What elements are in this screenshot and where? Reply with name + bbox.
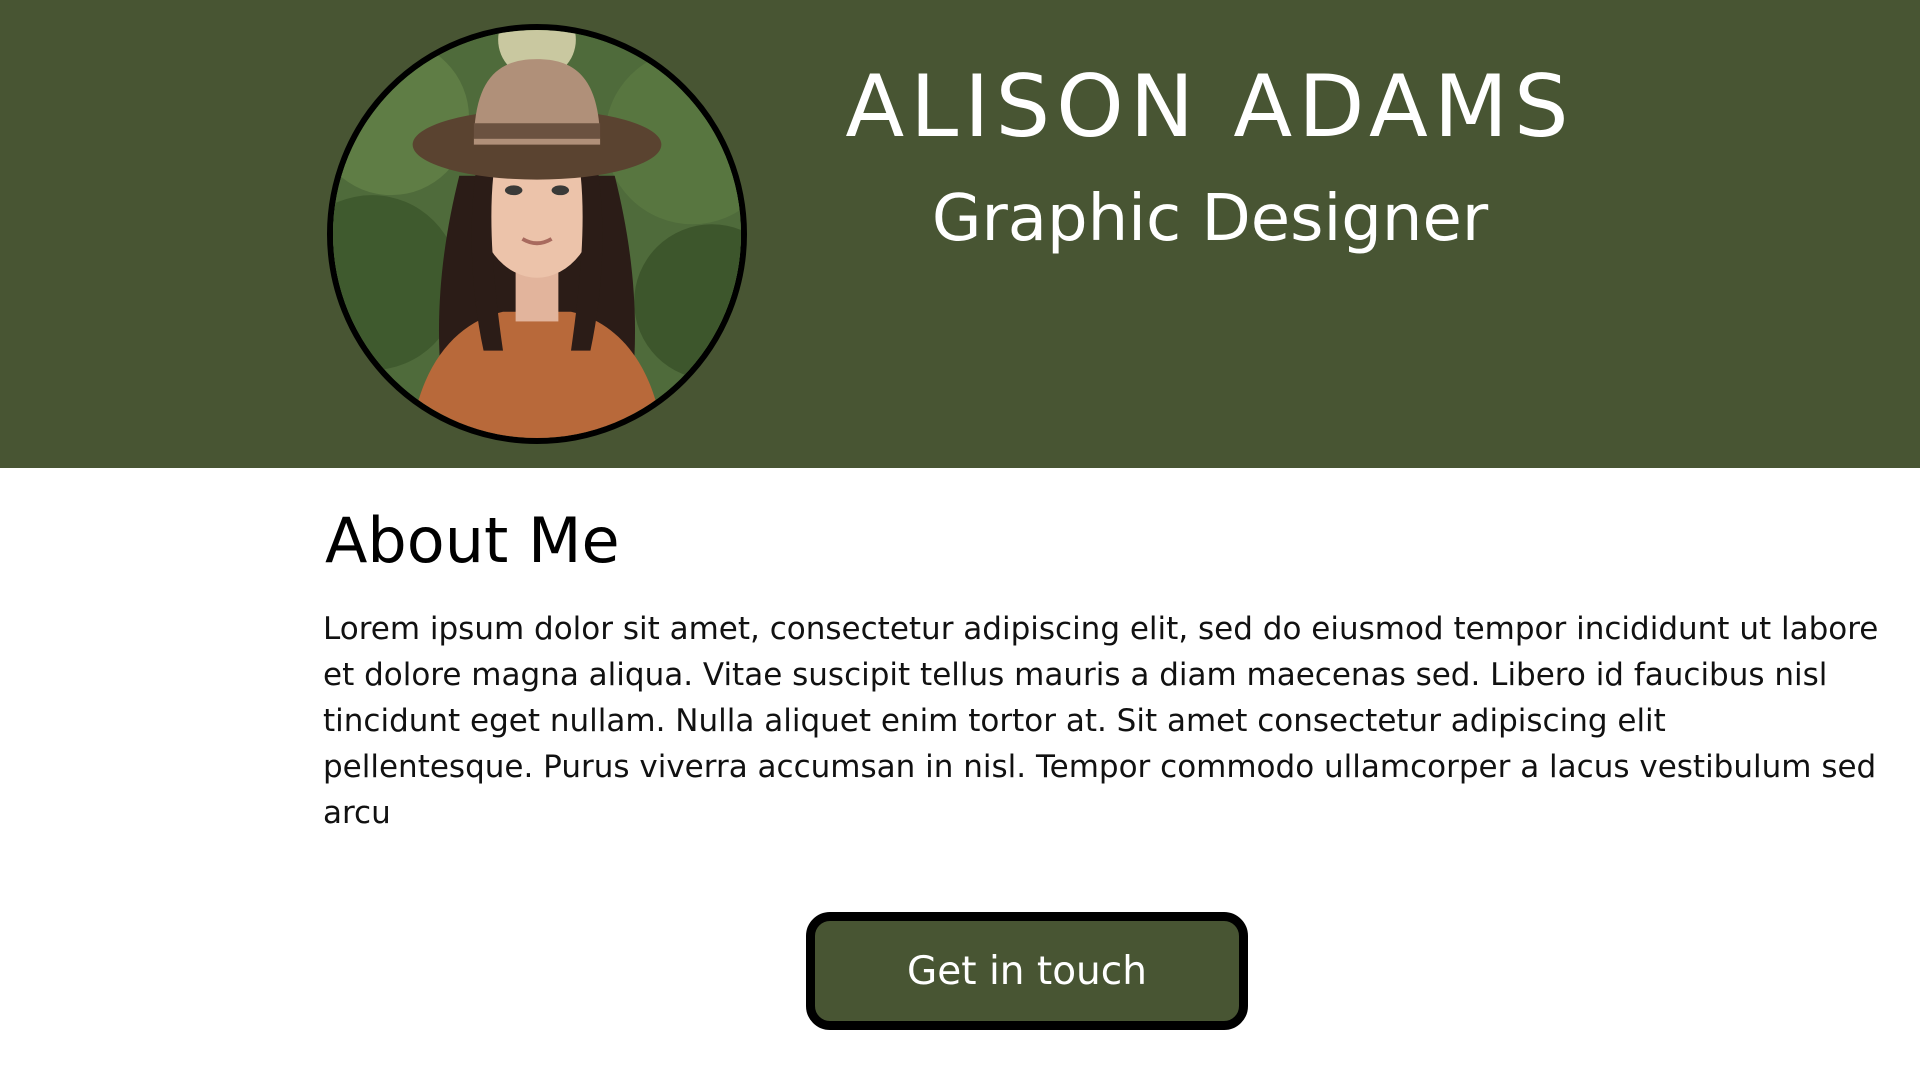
profile-photo (327, 24, 747, 444)
about-paragraph: Lorem ipsum dolor sit amet, consectetur … (323, 611, 1879, 831)
job-title: Graphic Designer (931, 182, 1489, 256)
person-name: ALISON ADAMS (845, 57, 1575, 157)
portrait-illustration (333, 30, 741, 438)
hero-banner: ALISON ADAMS Graphic Designer (0, 0, 1920, 468)
get-in-touch-button[interactable]: Get in touch (806, 912, 1248, 1030)
about-heading: About Me (325, 504, 620, 577)
